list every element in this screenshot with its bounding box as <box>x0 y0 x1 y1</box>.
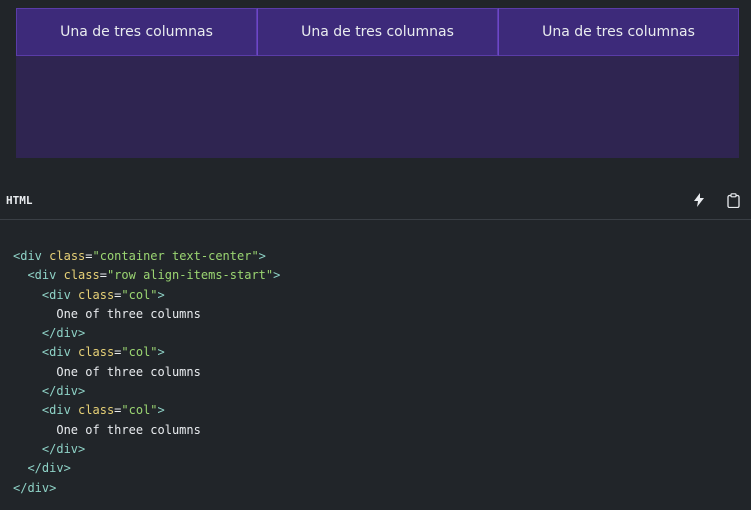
code-tag-end: > <box>157 287 165 302</box>
code-line: </div> <box>13 479 280 498</box>
code-tag-close: </div> <box>27 461 71 476</box>
lightning-icon[interactable] <box>691 192 707 208</box>
code-line: </div> <box>13 382 280 401</box>
code-tag-open: <div <box>41 287 71 302</box>
code-line: One of three columns <box>13 421 280 440</box>
code-line: <div class="container text-center"> <box>13 247 280 266</box>
code-text-content: One of three columns <box>56 422 201 437</box>
code-text-content: One of three columns <box>56 364 201 379</box>
code-string: "col" <box>121 403 158 418</box>
code-string: "col" <box>121 287 158 302</box>
code-line: <div class="col"> <box>13 343 280 362</box>
code-text: <div class="container text-center"> <div… <box>13 247 280 498</box>
code-block: <div class="container text-center"> <div… <box>0 220 751 510</box>
code-equals: = <box>99 268 107 283</box>
code-tag-end: > <box>273 268 281 283</box>
code-line: One of three columns <box>13 363 280 382</box>
code-line: <div class="row align-items-start"> <box>13 266 280 285</box>
code-attribute: class <box>78 345 115 360</box>
code-text-content: One of three columns <box>56 306 201 321</box>
code-attribute: class <box>63 268 100 283</box>
demo-column-1: Una de tres columnas <box>16 8 257 56</box>
code-line: </div> <box>13 440 280 459</box>
code-tag-close: </div> <box>41 384 86 399</box>
code-string: "col" <box>121 345 158 360</box>
code-tag-open: <div <box>41 345 71 360</box>
code-actions <box>691 192 741 208</box>
code-tag-end: > <box>157 403 165 418</box>
demo-container: Una de tres columnas Una de tres columna… <box>16 8 739 158</box>
code-string: "row align-items-start" <box>106 268 274 283</box>
code-tag-open: <div <box>41 403 71 418</box>
code-equals: = <box>85 249 93 263</box>
clipboard-icon[interactable] <box>725 192 741 208</box>
code-tag-end: > <box>258 249 266 263</box>
code-attribute: class <box>49 249 86 263</box>
code-line: One of three columns <box>13 305 280 324</box>
code-tag-close: </div> <box>41 326 86 341</box>
code-tag-end: > <box>157 345 165 360</box>
demo-column-2: Una de tres columnas <box>257 8 498 56</box>
code-line: <div class="col"> <box>13 286 280 305</box>
code-tag-open: <div <box>27 268 57 283</box>
code-string: "container text-center" <box>92 249 259 263</box>
code-tag-open: <div <box>13 249 42 263</box>
example-preview: Una de tres columnas Una de tres columna… <box>0 0 751 182</box>
code-header: HTML <box>0 181 751 220</box>
code-attribute: class <box>78 403 115 418</box>
code-line: </div> <box>13 324 280 343</box>
code-language-label: HTML <box>6 193 33 207</box>
demo-column-3: Una de tres columnas <box>498 8 739 56</box>
code-attribute: class <box>78 287 115 302</box>
code-line: </div> <box>13 459 280 478</box>
code-line: <div class="col"> <box>13 401 280 420</box>
code-tag-close: </div> <box>13 480 57 495</box>
demo-row: Una de tres columnas Una de tres columna… <box>16 8 739 56</box>
code-tag-close: </div> <box>41 441 86 456</box>
